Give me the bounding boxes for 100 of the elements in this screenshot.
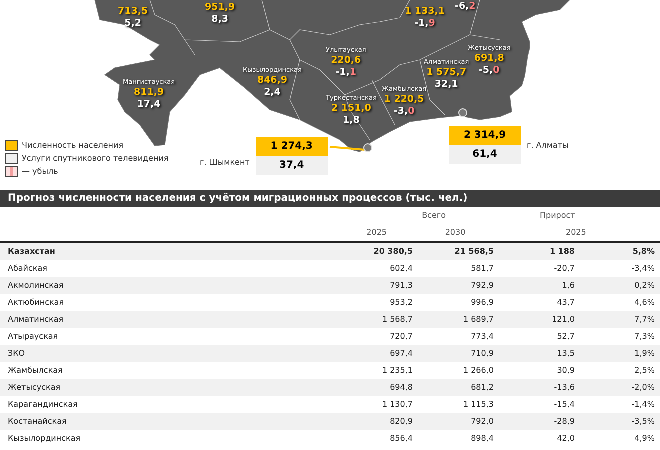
column-group-header: Прирост (539, 210, 576, 222)
table-cell-text: 1 130,7 (381, 399, 414, 411)
table-cell-text: 7,3% (634, 331, 656, 343)
table-cell-text: 856,4 (389, 433, 414, 445)
population-value: 220,6 (331, 55, 362, 67)
legend-swatch (5, 166, 18, 177)
table-cell-text: 720,7 (389, 331, 414, 343)
legend-label: — убыль (22, 167, 58, 176)
city-marker (458, 108, 468, 118)
table-cell-text: -2,0% (630, 382, 656, 394)
table-cell-text: -3,5% (630, 416, 656, 428)
city-name: г. Шымкент (200, 158, 250, 166)
growth-value: -1,1 (336, 67, 357, 79)
growth-value: -6,2 (455, 1, 476, 13)
table-cell-text: 52,7 (556, 331, 576, 343)
table-cell-text: 7,7% (634, 314, 656, 326)
population-value: 691,8 (474, 53, 504, 65)
column-header: 2025 (565, 227, 588, 239)
population-value: 2 314,9 (449, 126, 521, 145)
table-cell-text: -3,4% (630, 263, 656, 275)
population-value: 846,9 (257, 75, 288, 87)
population-value: 1 274,3 (256, 137, 328, 156)
growth-value: -5,0 (478, 65, 500, 77)
column-group-header: Всего (421, 210, 447, 222)
city-marker (364, 144, 372, 152)
table-cell-text: 121,0 (551, 314, 576, 326)
growth-value: 32,1 (434, 79, 458, 91)
table-cell-text: 4,9% (634, 433, 656, 445)
table-cell-text: 0,2% (634, 280, 656, 292)
table-cell-text: 1 689,7 (462, 314, 495, 326)
region-cell-text: Актюбинская (7, 297, 66, 309)
table-cell-text: 2,5% (634, 365, 656, 377)
population-value: 713,5 (118, 6, 148, 18)
table-cell-text: 581,7 (470, 263, 495, 275)
table-cell-text: 4,6% (634, 297, 656, 309)
population-value: 1 575,7 (426, 67, 467, 79)
table-title: Прогноз численности населения с учётом миграционных процессов (тыс. чел.) (0, 190, 660, 207)
growth-value: 1,8 (343, 115, 360, 127)
region-cell-text: Атырауская (7, 331, 60, 343)
table-cell-text: 953,2 (389, 297, 414, 309)
table-cell-text: 602,4 (389, 263, 414, 275)
region-cell-text: Карагандинская (7, 399, 79, 411)
table-cell-text: -13,6 (553, 382, 576, 394)
population-value: 951,9 (205, 2, 236, 14)
table-cell-text: 792,9 (470, 280, 495, 292)
table-cell-text: 681,2 (470, 382, 495, 394)
table-cell-text: 996,9 (470, 297, 495, 309)
legend-label: Численность населения (22, 141, 124, 150)
table-cell-text: 697,4 (389, 348, 414, 360)
table-cell-text: 1 568,7 (381, 314, 414, 326)
table-cell-text: 1 235,1 (381, 365, 414, 377)
table-cell-text: 1 266,0 (462, 365, 495, 377)
table-cell-text: 42,0 (556, 433, 576, 445)
leader-line (330, 146, 366, 151)
population-value: 2 151,0 (331, 103, 372, 115)
table-cell-text: 43,7 (556, 297, 576, 309)
growth-value: 37,4 (256, 156, 328, 175)
table-cell-text: 21 568,5 (454, 246, 495, 258)
table-cell-text: 20 380,5 (372, 246, 414, 258)
region-cell-text: Алматинская (7, 314, 65, 326)
table-cell-text: 13,5 (556, 348, 576, 360)
table-cell-text: 898,4 (470, 433, 495, 445)
growth-value: 8,3 (212, 14, 228, 26)
region-cell-text: Костанайская (7, 416, 68, 428)
region-cell-text: Кызылординская (7, 433, 82, 445)
city-name: г. Алматы (527, 140, 569, 150)
region-cell-text: Жетысуская (7, 382, 62, 394)
table-cell-text: -1,4% (630, 399, 656, 411)
legend-label: Услуги спутникового телевидения (22, 154, 169, 163)
region-cell-text: ЗКО (7, 348, 26, 360)
population-value: 811,9 (134, 87, 164, 99)
region-cell-text: Казахстан (7, 246, 56, 258)
region-cell-text: Жамбылская (7, 365, 64, 377)
growth-value: 17,4 (137, 99, 161, 111)
table-cell-text: 1,9% (634, 348, 656, 360)
table-cell-text: 694,8 (389, 382, 414, 394)
growth-value: 5,2 (124, 18, 142, 30)
table-cell-text: 792,0 (470, 416, 495, 428)
table-cell-text: 5,8% (632, 246, 656, 258)
table-cell-text: 1 188 (548, 246, 576, 258)
table-cell-text: 791,3 (389, 280, 414, 292)
table-cell-text: 30,9 (556, 365, 576, 377)
table-cell-text: 820,9 (389, 416, 414, 428)
growth-value: 2,4 (264, 87, 281, 99)
legend-swatch (5, 140, 18, 151)
population-value: 1 220,5 (384, 94, 424, 106)
table-cell-text: 1,6 (561, 280, 576, 292)
population-value: 1 133,1 (405, 6, 445, 18)
table-cell-text: -15,4 (553, 399, 576, 411)
column-header: 2030 (444, 227, 467, 239)
legend-swatch (5, 153, 18, 164)
table-cell-text: 773,4 (470, 331, 495, 343)
table-cell-text: 710,9 (470, 348, 495, 360)
growth-value: 61,4 (449, 145, 521, 164)
region-cell-text: Акмолинская (7, 280, 65, 292)
growth-value: -1,9 (414, 18, 436, 30)
region-cell-text: Абайская (7, 263, 48, 275)
table-cell-text: -20,7 (553, 263, 576, 275)
column-header: 2025 (366, 227, 388, 239)
table-cell-text: 1 115,3 (462, 399, 495, 411)
